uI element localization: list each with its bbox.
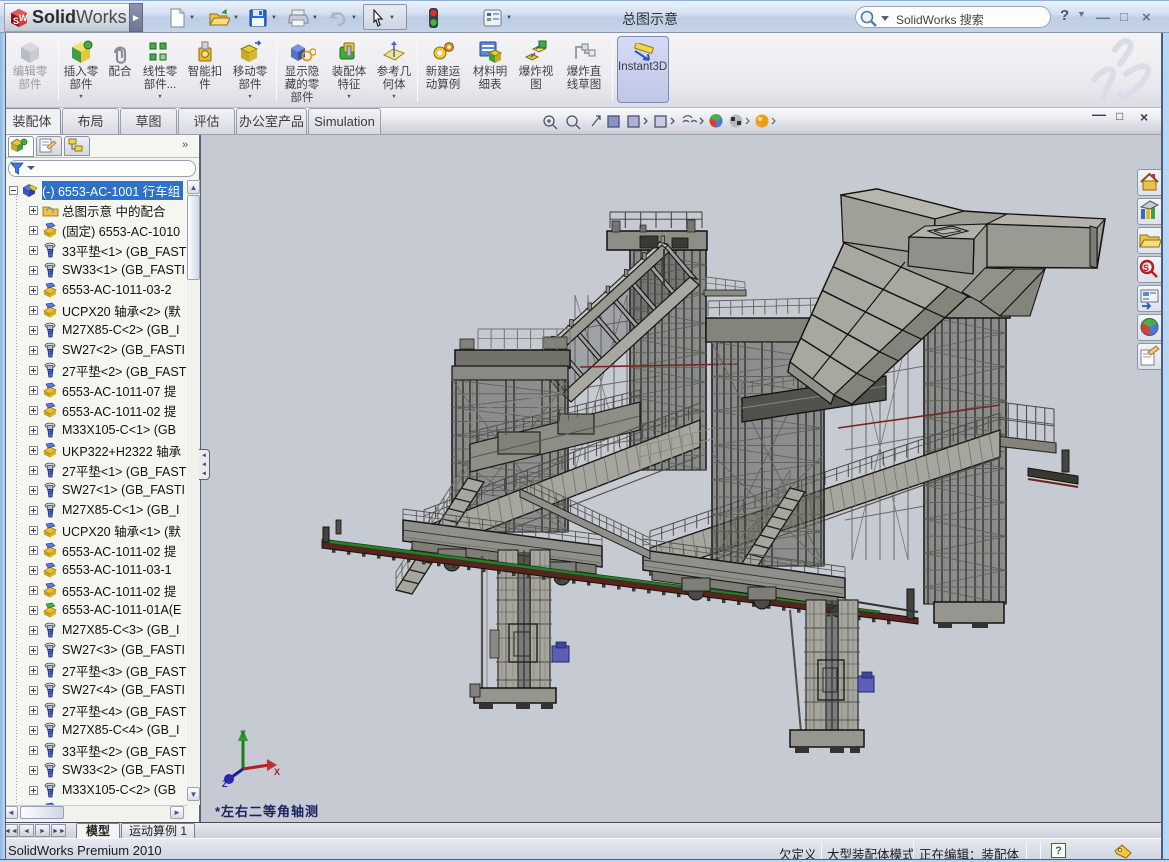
svg-text:W: W <box>19 13 28 23</box>
svg-text:Z: Z <box>222 779 228 787</box>
svg-text:S: S <box>1143 263 1149 273</box>
svg-text:Y: Y <box>240 729 246 739</box>
svg-text:X: X <box>274 767 280 777</box>
